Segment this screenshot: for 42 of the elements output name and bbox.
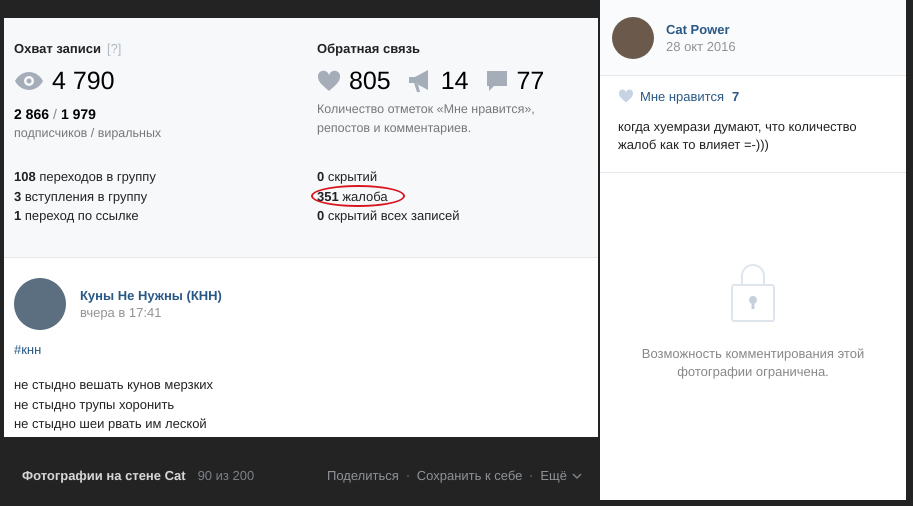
- chevron-down-icon: [572, 472, 582, 478]
- likes-count: 805: [349, 66, 391, 96]
- photo-description: когда хуемрази думают, что количество жалоб как то влияет =-))): [618, 118, 858, 154]
- photo-date: 28 окт 2016: [666, 38, 736, 54]
- avatar-circle[interactable]: [14, 278, 66, 330]
- owner-name-link[interactable]: Cat Power: [666, 22, 736, 36]
- post-text-line: не стыдно вешать кунов мерзких: [14, 376, 214, 394]
- comments-restricted-notice: Возможность комментирования этой фотографии ограничена.: [640, 345, 866, 381]
- action-link[interactable]: Сохранить к себе: [416, 468, 522, 483]
- stat-text: 108 переходов в группу: [14, 169, 156, 184]
- views-count: 4 790: [52, 66, 115, 96]
- stat-text: 0 скрытий всех записей: [317, 208, 460, 223]
- separator-dot: [406, 474, 409, 476]
- stat-text: 1 переход по ссылке: [14, 208, 139, 223]
- section-title: Обратная связь: [317, 40, 420, 56]
- separator-dot: [530, 474, 532, 476]
- stat-text: 0 скрытий: [317, 169, 378, 184]
- stat-text: 3 вступления в группу: [14, 188, 148, 204]
- action-link[interactable]: Поделиться: [326, 468, 399, 483]
- avatar-circle[interactable]: [612, 16, 654, 58]
- action-link[interactable]: Ещё: [540, 468, 582, 483]
- subscribers-count: 2 866: [14, 106, 50, 122]
- reach-caption: подписчиков / виральных: [14, 125, 162, 142]
- section-title: Охват записи: [14, 40, 101, 56]
- padlock-icon: [731, 263, 775, 323]
- post-text-line: не стыдно трупы хоронить: [14, 396, 176, 414]
- reposts-count: 14: [440, 66, 469, 96]
- heart-icon: [317, 70, 341, 92]
- viral-count: 1 979: [60, 106, 96, 122]
- stat-text: 351 жалоба: [317, 188, 388, 204]
- feedback-caption: Количество отметок «Мне нравится», репостов и комментариев.: [317, 101, 536, 137]
- like-button[interactable]: Мне нравится 7: [618, 88, 888, 104]
- photo-counter: 90 из 200: [198, 468, 254, 483]
- speech-bubble-icon: [484, 69, 509, 93]
- separator: /: [53, 106, 57, 122]
- post-time: вчера в 17:41: [80, 305, 162, 320]
- eye-icon: [14, 71, 44, 91]
- author-link[interactable]: Куны Не Нужны (КНН): [80, 288, 222, 303]
- hashtag-link[interactable]: #кнн: [14, 342, 588, 357]
- album-title[interactable]: Фотографии на стене Cat: [22, 468, 186, 483]
- comments-count: 77: [516, 66, 544, 96]
- post-text-line: не стыдно шеи рвать им леской: [14, 415, 208, 433]
